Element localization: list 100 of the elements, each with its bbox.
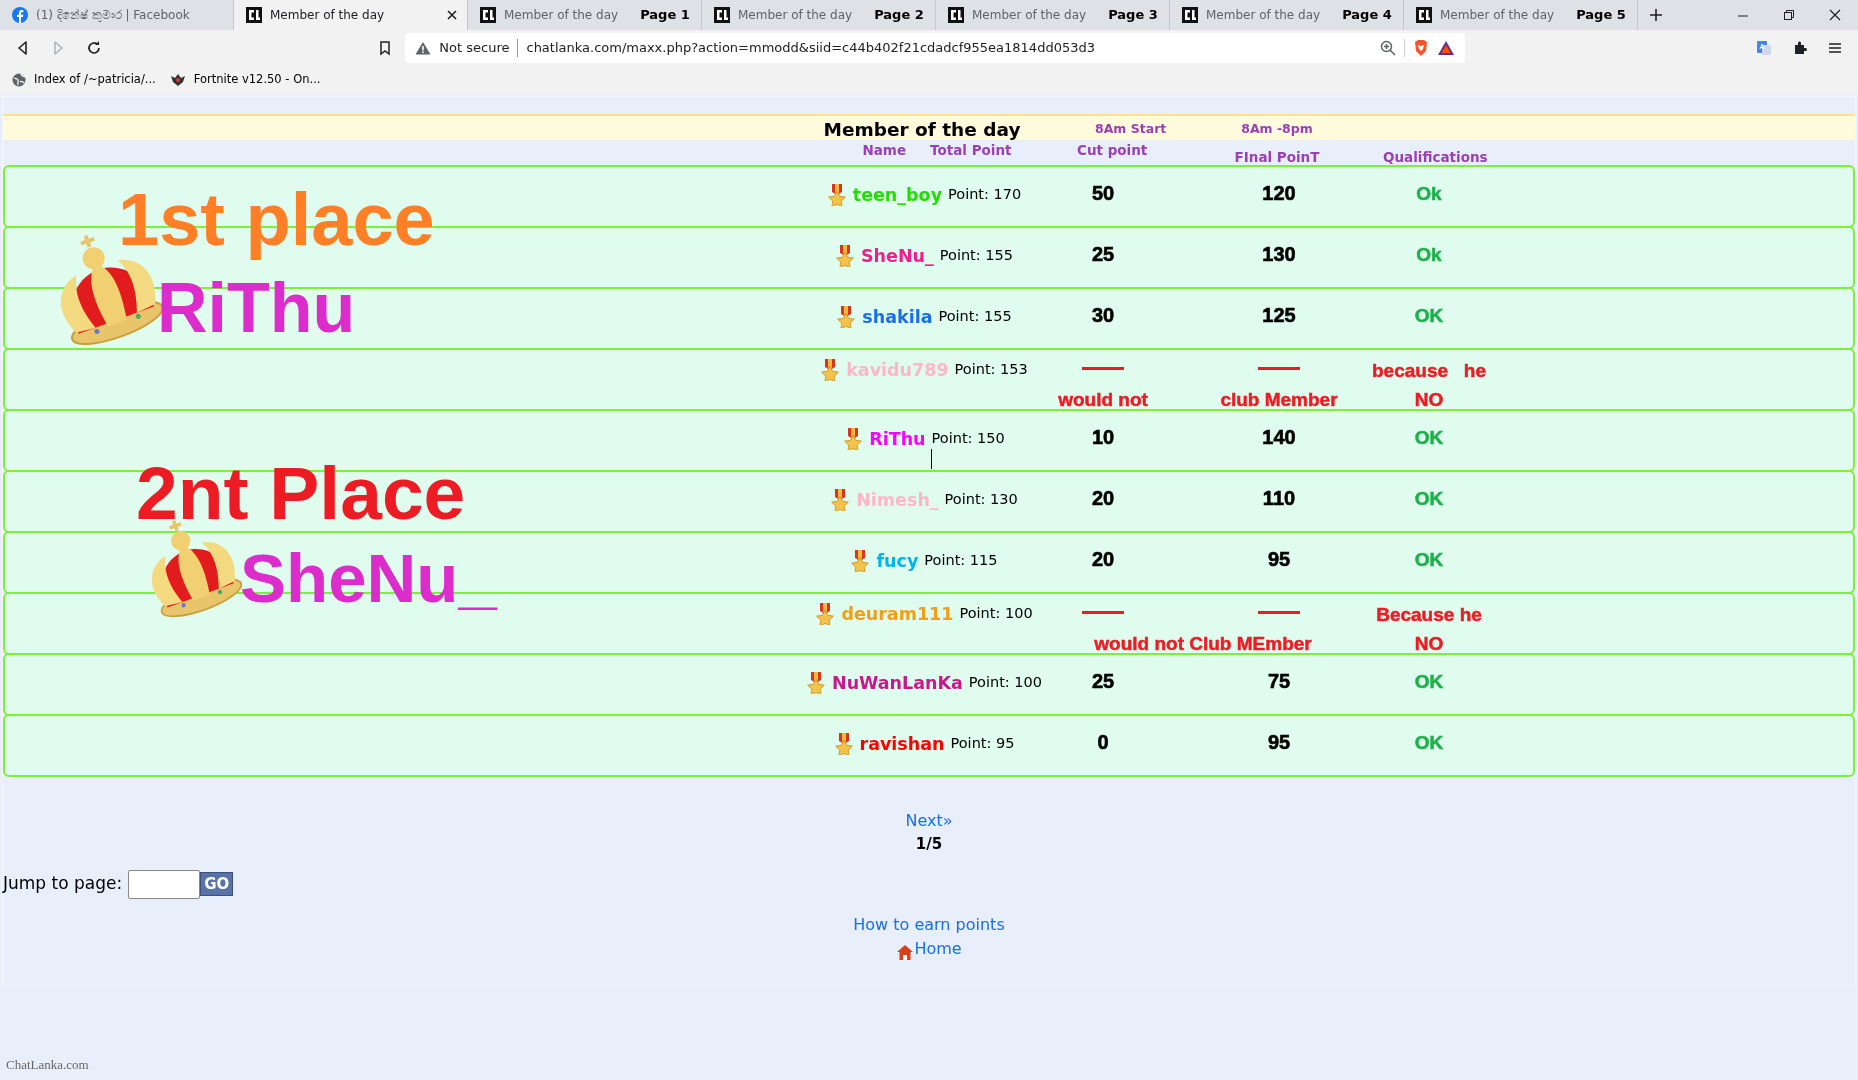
dash-mark bbox=[1082, 611, 1124, 614]
final-point: 130 bbox=[1262, 242, 1296, 267]
close-icon[interactable] bbox=[447, 10, 457, 20]
browser-tab[interactable]: Member of the day Page 3 bbox=[936, 0, 1170, 30]
medal-icon bbox=[843, 427, 864, 450]
browser-tab[interactable]: Member of the day Page 4 bbox=[1170, 0, 1404, 30]
qualification-text: Ok bbox=[1416, 243, 1442, 267]
point-text: Point: 100 bbox=[959, 604, 1033, 624]
tab-title: (1) දිනේෂ් කුමාර | Facebook bbox=[36, 7, 190, 24]
cut-point: 10 bbox=[1091, 425, 1115, 450]
member-name[interactable]: NuWanLanKa bbox=[832, 669, 963, 696]
home-link[interactable]: Home bbox=[896, 936, 962, 961]
site-icon bbox=[246, 7, 262, 23]
cut-point: 25 bbox=[1091, 242, 1115, 267]
plus-icon bbox=[1649, 8, 1663, 22]
bookmark-item[interactable]: Fortnite v12.50 - On... bbox=[169, 71, 321, 89]
tab-page-label: Page 4 bbox=[1342, 6, 1392, 25]
game-icon bbox=[169, 73, 186, 87]
browser-tab[interactable]: Member of the day Page 2 bbox=[702, 0, 936, 30]
go-button[interactable]: GO bbox=[200, 872, 234, 896]
tab-title: Member of the day bbox=[738, 7, 853, 24]
medal-icon bbox=[836, 305, 857, 328]
final-point: 95 bbox=[1267, 730, 1291, 755]
point-text: Point: 170 bbox=[948, 184, 1022, 204]
qualification-text: OK bbox=[1414, 304, 1444, 328]
browser-tab[interactable]: Member of the day Page 1 bbox=[468, 0, 702, 30]
cut-point: 20 bbox=[1091, 486, 1115, 511]
help-link[interactable]: How to earn points bbox=[853, 912, 1005, 937]
qualification-text: OK bbox=[1414, 426, 1444, 450]
tab-title: Member of the day bbox=[504, 7, 619, 24]
final-point: 110 bbox=[1262, 486, 1296, 511]
tab-title: Member of the day bbox=[1440, 7, 1555, 24]
home-icon bbox=[896, 943, 915, 961]
security-label: Not secure bbox=[439, 39, 510, 58]
jump-label: Jump to page: bbox=[3, 872, 123, 896]
medal-icon bbox=[835, 244, 855, 267]
page-input[interactable] bbox=[128, 869, 201, 899]
bookmark-item[interactable]: Index of /~patricia/... bbox=[12, 71, 156, 89]
member-name[interactable]: shakila bbox=[862, 303, 933, 330]
tab-page-label: Page 5 bbox=[1576, 6, 1626, 25]
close-icon[interactable] bbox=[1829, 9, 1841, 21]
reload-icon[interactable] bbox=[85, 40, 102, 56]
shield-icon[interactable] bbox=[1412, 39, 1429, 57]
column-header: Total Point bbox=[930, 141, 1012, 160]
point-text: Point: 155 bbox=[939, 245, 1013, 265]
cut-point: 30 bbox=[1091, 303, 1115, 328]
browser-tab[interactable]: Member of the day Page 5 bbox=[1404, 0, 1638, 30]
site-icon bbox=[948, 7, 964, 23]
page-title: Member of the day bbox=[823, 118, 1021, 142]
address-bar[interactable]: Not secure chatlanka.com/maxx.php?action=mmodd&siid=c44b402f21cdadcf955ea1814dd053d3 bbox=[405, 33, 1465, 63]
qualification-text: OK bbox=[1414, 731, 1444, 755]
tab-title: Member of the day bbox=[972, 7, 1087, 24]
tab-page-label: Page 3 bbox=[1108, 6, 1158, 25]
final-point: 75 bbox=[1267, 669, 1291, 694]
point-text: Point: 100 bbox=[968, 672, 1042, 692]
browser-tab[interactable]: Member of the day bbox=[234, 0, 468, 30]
tab-page-label: Page 1 bbox=[640, 6, 690, 25]
triangle-icon[interactable] bbox=[1436, 40, 1455, 56]
reason-text: because he bbox=[1371, 359, 1487, 383]
next-link[interactable]: Next» bbox=[905, 809, 953, 833]
note-text: club Member bbox=[1220, 387, 1338, 412]
menu-icon[interactable] bbox=[1827, 40, 1844, 56]
point-text: Point: 95 bbox=[950, 733, 1015, 753]
translate-icon[interactable] bbox=[1756, 40, 1773, 56]
url-text: chatlanka.com/maxx.php?action=mmodd&siid=c44b402f21cdadcf955ea1814dd053d3 bbox=[526, 39, 1096, 58]
text-cursor bbox=[931, 449, 932, 469]
site-logo: ChatLanka.com bbox=[6, 1055, 89, 1074]
dash-mark bbox=[1082, 367, 1124, 370]
cut-point: 20 bbox=[1091, 547, 1115, 572]
warning-icon bbox=[415, 41, 432, 55]
medal-icon bbox=[815, 603, 836, 626]
tab-page-label: Page 2 bbox=[874, 6, 924, 25]
medal-icon bbox=[830, 488, 851, 511]
medal-icon bbox=[820, 359, 841, 382]
site-icon bbox=[714, 7, 730, 23]
medal-icon bbox=[806, 671, 826, 694]
facebook-icon bbox=[12, 7, 28, 23]
column-header: Name bbox=[862, 141, 907, 160]
verdict-text: NO bbox=[1414, 387, 1444, 412]
final-point: 125 bbox=[1262, 303, 1296, 328]
qualification-text: OK bbox=[1414, 487, 1444, 511]
qualification-text: Ok bbox=[1416, 182, 1442, 206]
note-text: would not Club MEmber bbox=[1094, 631, 1312, 656]
qualification-text: OK bbox=[1414, 548, 1444, 572]
member-name[interactable]: ravishan bbox=[859, 730, 945, 757]
dash-mark bbox=[1258, 367, 1300, 370]
zoom-icon[interactable] bbox=[1379, 40, 1396, 56]
point-text: Point: 153 bbox=[954, 360, 1028, 380]
caption-text: 2nt Place bbox=[136, 456, 466, 531]
cut-point: 50 bbox=[1091, 181, 1115, 206]
note-text: would not bbox=[1058, 387, 1148, 412]
final-point: 95 bbox=[1267, 547, 1291, 572]
dash-mark bbox=[1258, 611, 1300, 614]
member-name[interactable]: RiThu bbox=[869, 425, 926, 452]
column-header: Qualifications bbox=[1382, 148, 1488, 167]
restore-icon[interactable] bbox=[1783, 9, 1795, 21]
cut-point: 25 bbox=[1091, 669, 1115, 694]
medal-icon bbox=[826, 183, 847, 206]
member-name[interactable]: SheNu_ bbox=[861, 242, 934, 269]
site-icon bbox=[480, 7, 496, 23]
